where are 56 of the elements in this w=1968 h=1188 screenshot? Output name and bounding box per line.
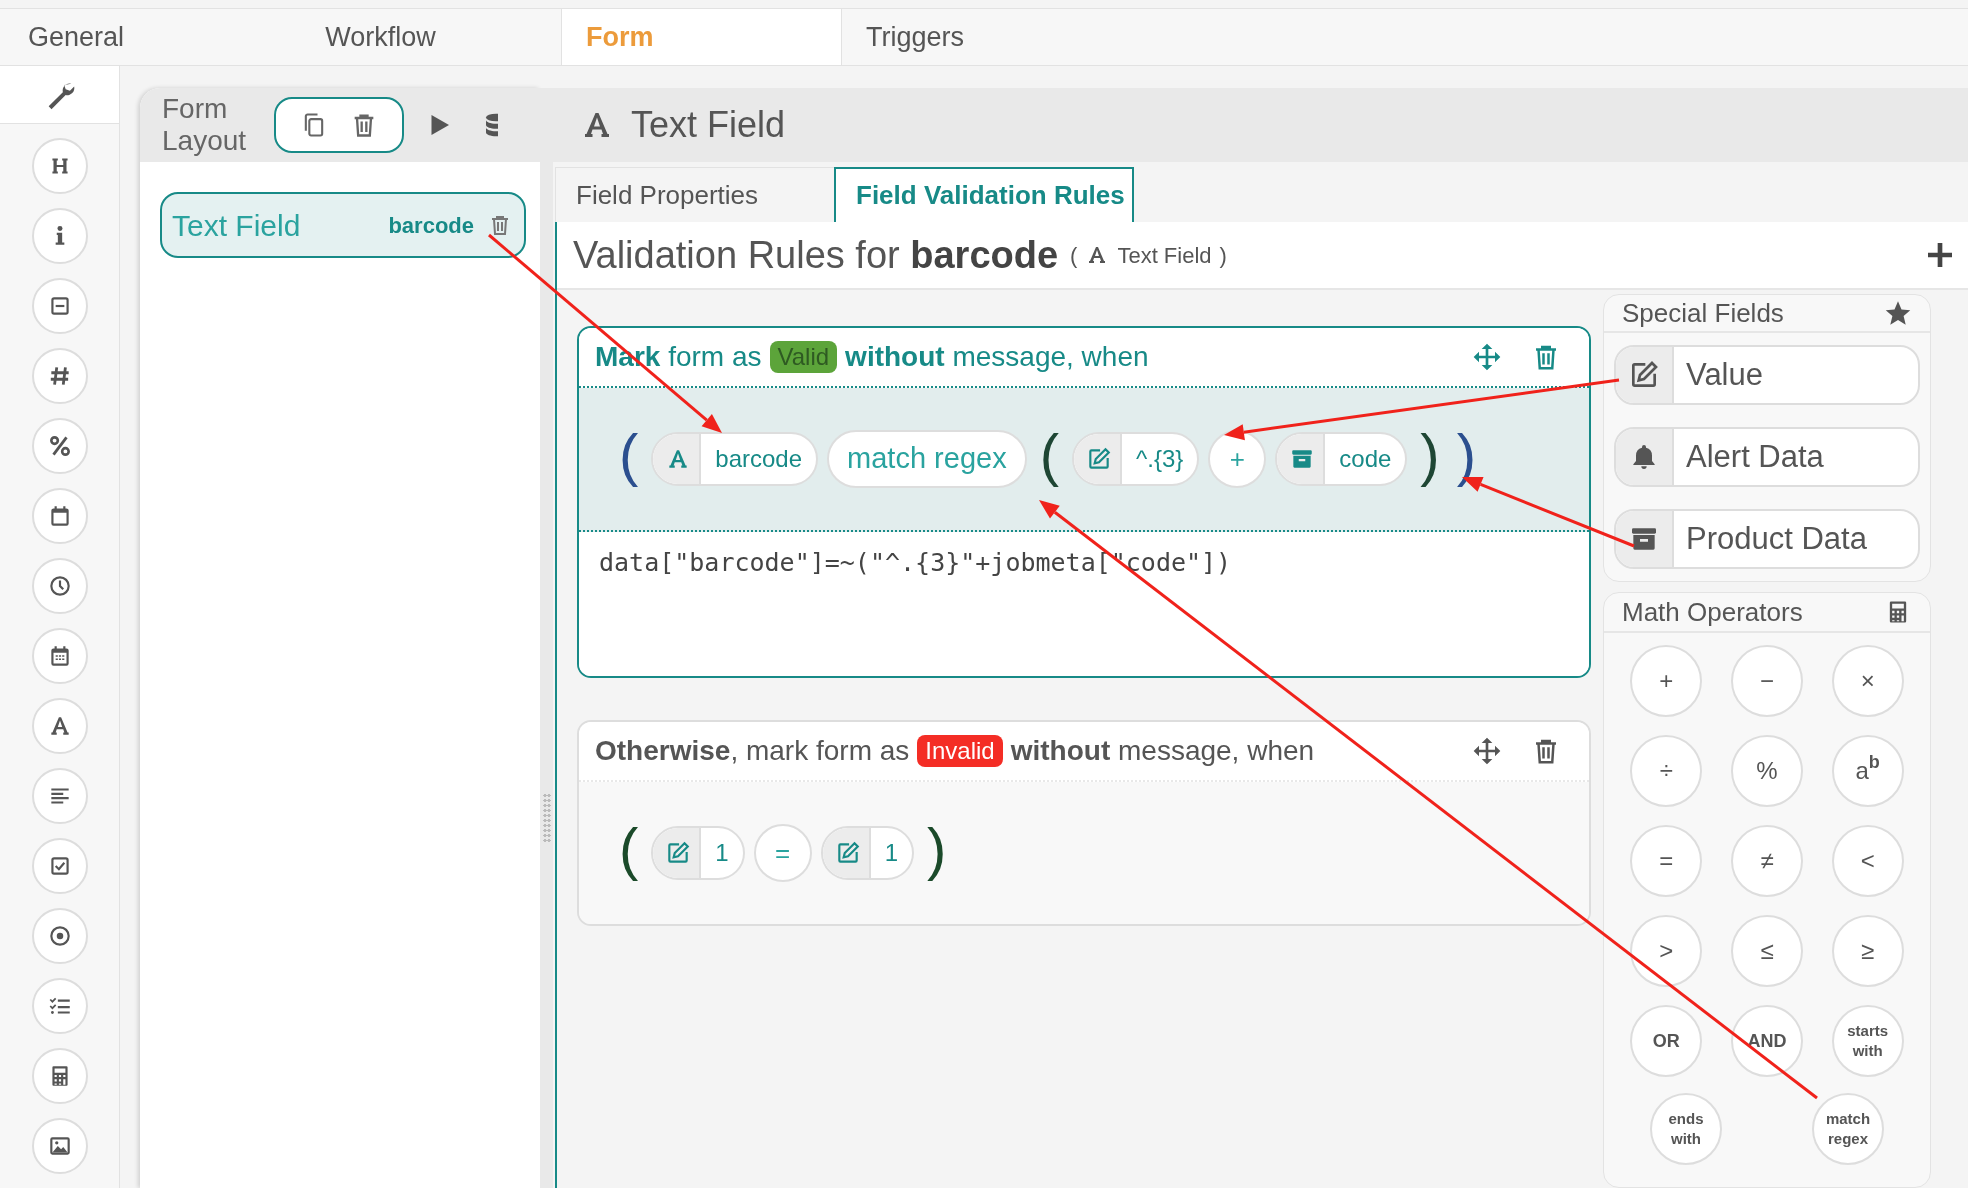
parenthesis: ) — [1420, 426, 1440, 489]
operator-button[interactable]: AND — [1731, 1005, 1803, 1077]
operand-chip[interactable]: barcode — [651, 432, 819, 486]
field-label: Text Field — [172, 207, 302, 244]
edit-icon — [665, 840, 692, 866]
operator-button[interactable]: − — [1731, 645, 1803, 717]
rule-text: Otherwise, mark form as — [595, 734, 910, 768]
parenthesis: ) — [927, 820, 947, 883]
operator-button[interactable]: OR — [1630, 1005, 1703, 1077]
parenthesis: ) — [1219, 241, 1227, 270]
parenthesis: ( — [1070, 241, 1078, 270]
operator-button[interactable]: ≥ — [1831, 915, 1904, 987]
parenthesis: ) — [1456, 426, 1476, 489]
move-icon[interactable] — [1471, 735, 1503, 767]
operand-chip[interactable]: ^.{3} — [1071, 432, 1200, 486]
field-title: Text Field — [631, 103, 786, 147]
operator-button[interactable]: % — [1731, 735, 1803, 807]
rule-text: without message, when — [1010, 734, 1315, 768]
operator-button[interactable]: < — [1831, 825, 1904, 897]
form-field-item[interactable]: Text Field barcode — [160, 192, 526, 258]
operator-button[interactable]: a$^{b}$ — [1831, 735, 1904, 807]
panel-title: Math Operators — [1622, 595, 1803, 629]
operator-button[interactable]: ≤ — [1731, 915, 1803, 987]
move-icon[interactable] — [1471, 341, 1503, 373]
field-name: barcode — [388, 211, 474, 240]
operator-button[interactable]: ÷ — [1630, 735, 1703, 807]
operator-button[interactable]: × — [1831, 645, 1904, 717]
field-type: Text Field — [1117, 241, 1212, 270]
status-badge: Valid — [769, 341, 838, 373]
resize-handle[interactable] — [542, 793, 551, 843]
panel-title: Special Fields — [1622, 296, 1784, 330]
tab[interactable]: Triggers — [842, 9, 1142, 65]
operator-button[interactable]: ends with — [1650, 1093, 1722, 1165]
panel-title: Form Layout — [162, 93, 248, 157]
operand-chip[interactable]: 1 — [651, 826, 745, 880]
operator-button[interactable]: starts with — [1831, 1005, 1904, 1077]
status-badge: Invalid — [917, 735, 1003, 767]
parenthesis: ( — [619, 426, 639, 489]
operator-button[interactable]: > — [1630, 915, 1703, 987]
operand-chip[interactable]: 1 — [820, 826, 915, 880]
special-field-button[interactable]: Product Data — [1614, 509, 1920, 569]
tab[interactable]: General — [0, 9, 200, 65]
operand-chip[interactable]: code — [1275, 432, 1408, 486]
operator-button[interactable]: = — [1630, 825, 1703, 897]
operator-button[interactable]: match regex — [1812, 1093, 1884, 1165]
operator-button[interactable]: ≠ — [1731, 825, 1803, 897]
tab[interactable]: Workflow — [200, 9, 561, 65]
section-title: Validation Rules for barcode — [573, 232, 1059, 278]
rule-text: without message, when — [845, 340, 1149, 374]
special-field-button[interactable]: Value — [1614, 345, 1920, 405]
parenthesis: ( — [619, 820, 639, 883]
operator-button[interactable]: + — [1630, 645, 1703, 717]
tab[interactable]: Field Validation Rules — [834, 167, 1134, 222]
special-field-button[interactable]: Alert Data — [1614, 427, 1920, 487]
parenthesis: ( — [1039, 426, 1059, 489]
star-icon — [1884, 299, 1912, 327]
